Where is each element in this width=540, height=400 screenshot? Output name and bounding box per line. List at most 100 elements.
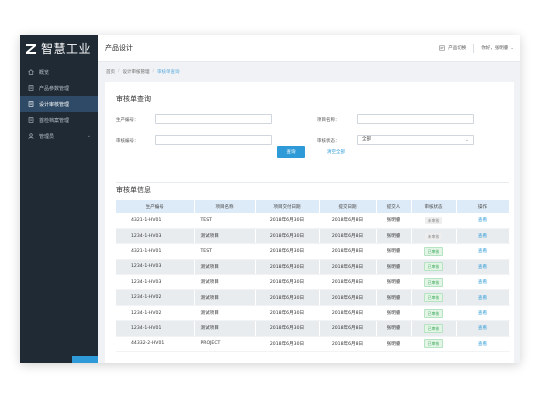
status-badge: 已审核 bbox=[423, 246, 444, 256]
delivery-date-cell: 2018年6月30日 bbox=[255, 320, 320, 337]
delivery-date-cell: 2018年6月30日 bbox=[255, 336, 320, 353]
action-cell: 查看 bbox=[456, 228, 510, 245]
view-link[interactable]: 查看 bbox=[478, 249, 487, 254]
sidebar-nav: 概览 产品参数管理 设计审核管理 首检档案管理 管理员 ⌄ bbox=[20, 64, 98, 144]
submitter-cell: 张明睿 bbox=[376, 228, 412, 245]
column-header: 提交日期 bbox=[319, 200, 377, 213]
table-header-row: 生产编号 项目名称 项目交付日期 提交日期 提交人 审核状态 操作 bbox=[116, 200, 510, 213]
view-link[interactable]: 查看 bbox=[478, 326, 487, 331]
status-badge: 已审核 bbox=[423, 293, 444, 303]
view-link[interactable]: 查看 bbox=[478, 218, 487, 223]
sidebar-collapse-button[interactable] bbox=[72, 356, 98, 363]
breadcrumb-home[interactable]: 首页 bbox=[106, 69, 115, 75]
status-cell: 未审核 bbox=[411, 228, 457, 245]
audit-no-input[interactable] bbox=[155, 135, 272, 145]
user-icon bbox=[28, 133, 34, 139]
breadcrumb-parent[interactable]: 设计审核管理 bbox=[123, 69, 150, 75]
delivery-date-cell: 2018年6月30日 bbox=[255, 305, 320, 322]
view-link[interactable]: 查看 bbox=[478, 234, 487, 239]
view-link[interactable]: 查看 bbox=[478, 296, 487, 301]
query-button[interactable]: 查询 bbox=[277, 146, 305, 158]
column-header: 项目名称 bbox=[194, 200, 256, 213]
view-link[interactable]: 查看 bbox=[478, 280, 487, 285]
table-row: 1234-1-HV03 测试项目 2018年6月30日 2018年6月8日 张明睿 已审核… bbox=[116, 259, 510, 276]
chevron-down-icon[interactable]: ⌄ bbox=[510, 46, 514, 51]
project-name-cell: TEST bbox=[194, 243, 256, 260]
view-link[interactable]: 查看 bbox=[478, 342, 487, 347]
production-no-cell: 1234-1-HV03 bbox=[116, 228, 195, 245]
clear-all-button[interactable]: 清空全部 bbox=[327, 146, 345, 158]
project-name-cell: 测试项目 bbox=[194, 274, 256, 291]
project-name-label: 项目名称： bbox=[317, 118, 340, 123]
sidebar-item-first-inspection[interactable]: 首检档案管理 bbox=[20, 112, 98, 128]
app-window: 智慧工业 概览 产品参数管理 设计审核管理 首检档案管理 管理员 ⌄ 产品设计 … bbox=[20, 35, 520, 363]
results-section-title: 审核单信息 bbox=[116, 186, 151, 194]
production-no-cell: 1234-1-HV03 bbox=[116, 259, 195, 276]
brand[interactable]: 智慧工业 bbox=[20, 35, 98, 62]
submitter-cell: 张明睿 bbox=[376, 336, 412, 353]
production-no-input[interactable] bbox=[155, 114, 272, 124]
header-actions: 产品切换 你好，张明睿 ⌄ bbox=[439, 43, 514, 53]
table-body: 4321-1-HV01 TEST 2018年6月30日 2018年6月8日 张明睿 未审核… bbox=[116, 213, 510, 353]
breadcrumb-separator: / bbox=[118, 69, 120, 74]
submit-date-cell: 2018年6月8日 bbox=[319, 336, 377, 353]
submitter-cell: 张明睿 bbox=[376, 320, 412, 337]
sidebar-item-product-params[interactable]: 产品参数管理 bbox=[20, 80, 98, 96]
action-cell: 查看 bbox=[456, 305, 510, 322]
page-title: 产品设计 bbox=[105, 44, 133, 52]
main-panel: 审核单查询 生产编号： 项目名称： 审核编号： 审核状态： 全部 ⌄ 查询 清空… bbox=[105, 82, 514, 363]
view-link[interactable]: 查看 bbox=[478, 265, 487, 270]
status-badge: 已审核 bbox=[423, 339, 444, 349]
table-row: 1234-1-HV03 测试项目 2018年6月30日 2018年6月8日 张明睿 未审核… bbox=[116, 228, 510, 245]
submit-date-cell: 2018年6月8日 bbox=[319, 243, 377, 260]
table-row: 1234-1-HV02 测试项目 2018年6月30日 2018年6月8日 张明睿 已审核… bbox=[116, 305, 510, 322]
submit-date-cell: 2018年6月8日 bbox=[319, 320, 377, 337]
action-cell: 查看 bbox=[456, 274, 510, 291]
submitter-cell: 张明睿 bbox=[376, 274, 412, 291]
project-name-cell: 测试项目 bbox=[194, 289, 256, 306]
sidebar-item-overview[interactable]: 概览 bbox=[20, 64, 98, 80]
home-icon bbox=[28, 69, 34, 75]
production-no-cell: 4321-1-HV01 bbox=[116, 213, 195, 229]
submitter-cell: 张明睿 bbox=[376, 213, 412, 229]
action-cell: 查看 bbox=[456, 289, 510, 306]
audit-status-select[interactable]: 全部 ⌄ bbox=[357, 135, 474, 145]
status-cell: 已审核 bbox=[411, 259, 457, 276]
delivery-date-cell: 2018年6月30日 bbox=[255, 259, 320, 276]
status-badge: 已审核 bbox=[423, 323, 444, 333]
submitter-cell: 张明睿 bbox=[376, 289, 412, 306]
chevron-down-icon: ⌄ bbox=[86, 133, 91, 139]
table-row: 44332-2-HV01 PROJECT 2018年6月30日 2018年6月8日 张明… bbox=[116, 336, 510, 353]
view-link[interactable]: 查看 bbox=[478, 311, 487, 316]
column-header: 项目交付日期 bbox=[255, 200, 320, 213]
project-name-cell: TEST bbox=[194, 213, 256, 229]
column-header: 提交人 bbox=[376, 200, 412, 213]
production-no-cell: 44332-2-HV01 bbox=[116, 336, 195, 353]
sidebar: 智慧工业 概览 产品参数管理 设计审核管理 首检档案管理 管理员 ⌄ bbox=[20, 35, 98, 363]
query-section-title: 审核单查询 bbox=[116, 95, 151, 103]
submit-date-cell: 2018年6月8日 bbox=[319, 213, 377, 229]
project-name-input[interactable] bbox=[357, 114, 474, 124]
column-header: 生产编号 bbox=[116, 200, 195, 213]
submit-date-cell: 2018年6月8日 bbox=[319, 289, 377, 306]
user-menu[interactable]: 你好，张明睿 bbox=[481, 45, 508, 51]
status-cell: 已审核 bbox=[411, 305, 457, 322]
product-switch-link[interactable]: 产品切换 bbox=[448, 45, 466, 51]
project-name-cell: 测试项目 bbox=[194, 259, 256, 276]
production-no-label: 生产编号： bbox=[116, 118, 139, 123]
sidebar-item-admin[interactable]: 管理员 ⌄ bbox=[20, 128, 98, 144]
project-name-cell: 测试项目 bbox=[194, 305, 256, 322]
status-badge: 已审核 bbox=[423, 277, 444, 287]
status-badge: 未审核 bbox=[424, 232, 443, 240]
sidebar-item-design-audit[interactable]: 设计审核管理 bbox=[20, 96, 98, 112]
breadcrumb-separator: / bbox=[152, 69, 155, 74]
status-badge: 已审核 bbox=[423, 262, 444, 272]
audit-status-label: 审核状态： bbox=[317, 139, 340, 144]
submitter-cell: 张明睿 bbox=[376, 305, 412, 322]
project-name-cell: 测试项目 bbox=[194, 228, 256, 245]
table-row: 1234-1-HV01 测试项目 2018年6月30日 2018年6月8日 张明睿 已审核… bbox=[116, 320, 510, 337]
product-switch-icon[interactable] bbox=[439, 45, 445, 51]
table-row: 4321-1-HV01 TEST 2018年6月30日 2018年6月8日 张明睿 未审核… bbox=[116, 213, 510, 229]
project-name-cell: PROJECT bbox=[194, 336, 256, 353]
submit-date-cell: 2018年6月8日 bbox=[319, 305, 377, 322]
